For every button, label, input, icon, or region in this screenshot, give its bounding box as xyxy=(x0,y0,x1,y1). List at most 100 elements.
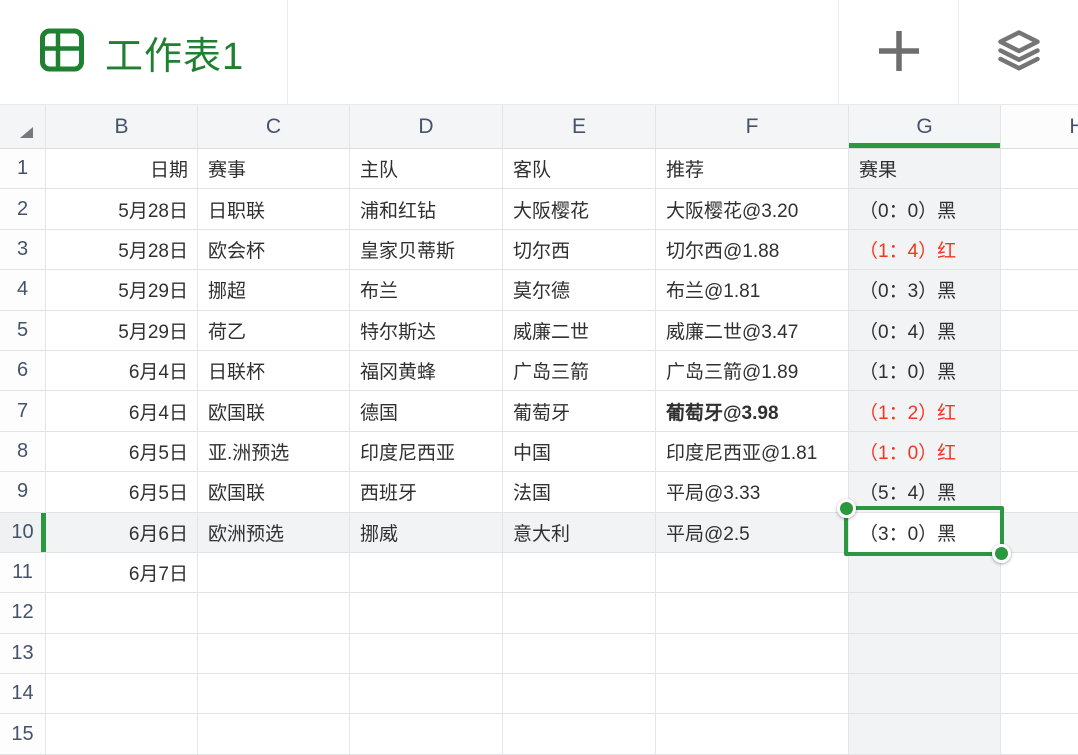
row-header-7[interactable]: 7 xyxy=(0,391,46,431)
cell-D1[interactable]: 主队 xyxy=(350,149,503,189)
cell-B6[interactable]: 6月4日 xyxy=(46,351,198,391)
cell-H7[interactable] xyxy=(1001,391,1078,431)
cell-G2[interactable]: （0：0）黑 xyxy=(849,189,1001,229)
cell-G12[interactable] xyxy=(849,593,1001,633)
cell-D10[interactable]: 挪威 xyxy=(350,513,503,553)
cell-D12[interactable] xyxy=(350,593,503,633)
sheets-button[interactable] xyxy=(959,0,1078,104)
cell-G13[interactable] xyxy=(849,634,1001,674)
cell-F7[interactable]: 葡萄牙@3.98 xyxy=(656,391,849,431)
cell-E4[interactable]: 莫尔德 xyxy=(503,270,656,310)
row-header-3[interactable]: 3 xyxy=(0,230,46,270)
cell-D5[interactable]: 特尔斯达 xyxy=(350,311,503,351)
cell-B3[interactable]: 5月28日 xyxy=(46,230,198,270)
cell-F1[interactable]: 推荐 xyxy=(656,149,849,189)
selection-handle-top-left[interactable] xyxy=(837,499,856,518)
column-header-D[interactable]: D xyxy=(350,105,503,149)
cell-H13[interactable] xyxy=(1001,634,1078,674)
select-all-corner[interactable] xyxy=(0,105,46,149)
row-header-9[interactable]: 9 xyxy=(0,472,46,512)
cell-F3[interactable]: 切尔西@1.88 xyxy=(656,230,849,270)
cell-E8[interactable]: 中国 xyxy=(503,432,656,472)
selection-handle-bottom-right[interactable] xyxy=(992,544,1011,563)
cell-G5[interactable]: （0：4）黑 xyxy=(849,311,1001,351)
cell-H3[interactable] xyxy=(1001,230,1078,270)
cell-C9[interactable]: 欧国联 xyxy=(198,472,350,512)
cell-F5[interactable]: 威廉二世@3.47 xyxy=(656,311,849,351)
cell-D6[interactable]: 福冈黄蜂 xyxy=(350,351,503,391)
row-header-11[interactable]: 11 xyxy=(0,553,46,593)
cell-C3[interactable]: 欧会杯 xyxy=(198,230,350,270)
cell-B7[interactable]: 6月4日 xyxy=(46,391,198,431)
row-header-2[interactable]: 2 xyxy=(0,189,46,229)
column-header-G[interactable]: G xyxy=(849,105,1001,149)
cell-D8[interactable]: 印度尼西亚 xyxy=(350,432,503,472)
cell-C8[interactable]: 亚.洲预选 xyxy=(198,432,350,472)
cell-H8[interactable] xyxy=(1001,432,1078,472)
row-header-5[interactable]: 5 xyxy=(0,311,46,351)
cell-B1[interactable]: 日期 xyxy=(46,149,198,189)
cell-C10[interactable]: 欧洲预选 xyxy=(198,513,350,553)
cell-F12[interactable] xyxy=(656,593,849,633)
row-header-8[interactable]: 8 xyxy=(0,432,46,472)
cell-G7[interactable]: （1：2）红 xyxy=(849,391,1001,431)
cell-B14[interactable] xyxy=(46,674,198,714)
cell-C6[interactable]: 日联杯 xyxy=(198,351,350,391)
column-header-H[interactable]: H xyxy=(1001,105,1078,149)
cell-E3[interactable]: 切尔西 xyxy=(503,230,656,270)
cell-C5[interactable]: 荷乙 xyxy=(198,311,350,351)
cell-H11[interactable] xyxy=(1001,553,1078,593)
cell-E14[interactable] xyxy=(503,674,656,714)
cell-E2[interactable]: 大阪樱花 xyxy=(503,189,656,229)
cell-C13[interactable] xyxy=(198,634,350,674)
cell-D14[interactable] xyxy=(350,674,503,714)
cell-E1[interactable]: 客队 xyxy=(503,149,656,189)
cell-E7[interactable]: 葡萄牙 xyxy=(503,391,656,431)
cell-G4[interactable]: （0：3）黑 xyxy=(849,270,1001,310)
row-header-10[interactable]: 10 xyxy=(0,513,46,553)
cell-B13[interactable] xyxy=(46,634,198,674)
cell-E9[interactable]: 法国 xyxy=(503,472,656,512)
cell-B5[interactable]: 5月29日 xyxy=(46,311,198,351)
row-header-6[interactable]: 6 xyxy=(0,351,46,391)
cell-H12[interactable] xyxy=(1001,593,1078,633)
row-header-1[interactable]: 1 xyxy=(0,149,46,189)
cell-C4[interactable]: 挪超 xyxy=(198,270,350,310)
cell-B4[interactable]: 5月29日 xyxy=(46,270,198,310)
column-header-C[interactable]: C xyxy=(198,105,350,149)
cell-H4[interactable] xyxy=(1001,270,1078,310)
cell-G3[interactable]: （1：4）红 xyxy=(849,230,1001,270)
cell-F11[interactable] xyxy=(656,553,849,593)
cell-E12[interactable] xyxy=(503,593,656,633)
cell-E11[interactable] xyxy=(503,553,656,593)
cell-D11[interactable] xyxy=(350,553,503,593)
cell-D2[interactable]: 浦和红钻 xyxy=(350,189,503,229)
cell-G11[interactable] xyxy=(849,553,1001,593)
cell-G10[interactable]: （3：0）黑 xyxy=(849,513,1001,553)
cell-C2[interactable]: 日职联 xyxy=(198,189,350,229)
cell-C1[interactable]: 赛事 xyxy=(198,149,350,189)
cell-D7[interactable]: 德国 xyxy=(350,391,503,431)
add-button[interactable] xyxy=(839,0,958,104)
cell-H2[interactable] xyxy=(1001,189,1078,229)
cell-G8[interactable]: （1：0）红 xyxy=(849,432,1001,472)
cell-G14[interactable] xyxy=(849,674,1001,714)
row-header-4[interactable]: 4 xyxy=(0,270,46,310)
cell-G6[interactable]: （1：0）黑 xyxy=(849,351,1001,391)
cell-D13[interactable] xyxy=(350,634,503,674)
cell-H9[interactable] xyxy=(1001,472,1078,512)
cell-F4[interactable]: 布兰@1.81 xyxy=(656,270,849,310)
cell-C7[interactable]: 欧国联 xyxy=(198,391,350,431)
cell-F6[interactable]: 广岛三箭@1.89 xyxy=(656,351,849,391)
cell-E10[interactable]: 意大利 xyxy=(503,513,656,553)
cell-F10[interactable]: 平局@2.5 xyxy=(656,513,849,553)
column-header-F[interactable]: F xyxy=(656,105,849,149)
cell-F8[interactable]: 印度尼西亚@1.81 xyxy=(656,432,849,472)
cell-C14[interactable] xyxy=(198,674,350,714)
cell-B9[interactable]: 6月5日 xyxy=(46,472,198,512)
row-header-14[interactable]: 14 xyxy=(0,674,46,714)
cell-G1[interactable]: 赛果 xyxy=(849,149,1001,189)
row-header-12[interactable]: 12 xyxy=(0,593,46,633)
cell-B10[interactable]: 6月6日 xyxy=(46,513,198,553)
cell-H14[interactable] xyxy=(1001,674,1078,714)
